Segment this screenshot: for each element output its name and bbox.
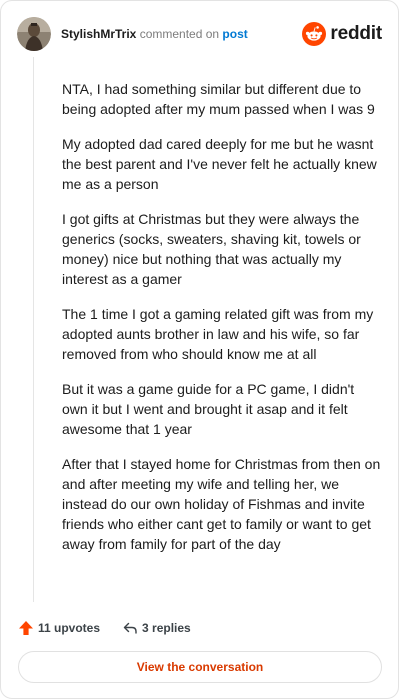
- reply-arrow-icon: [123, 622, 137, 634]
- post-link[interactable]: post: [222, 27, 247, 41]
- upvote-button[interactable]: 11 upvotes: [18, 620, 100, 636]
- comment-paragraph: The 1 time I got a gaming related gift w…: [62, 306, 374, 362]
- reply-count: 3 replies: [142, 621, 191, 635]
- comment-header: StylishMrTrix commented on post reddit: [17, 17, 382, 51]
- user-avatar[interactable]: [17, 17, 51, 51]
- comment-embed-card: StylishMrTrix commented on post reddit N…: [0, 0, 399, 699]
- reddit-logo-icon: [302, 22, 327, 46]
- upvote-count: 11 upvotes: [38, 621, 101, 635]
- comment-body: NTA, I had something similar but differe…: [62, 79, 382, 569]
- thread-line: [33, 57, 34, 602]
- comment-paragraph: My adopted dad cared deeply for me but h…: [62, 136, 377, 192]
- avatar-image: [17, 17, 51, 51]
- comment-paragraph: I got gifts at Christmas but they were a…: [62, 211, 361, 287]
- comment-meta: StylishMrTrix commented on post: [61, 26, 248, 42]
- brand-wordmark: reddit: [330, 23, 382, 44]
- view-conversation-button[interactable]: View the conversation: [18, 651, 382, 683]
- comment-footer: 11 upvotes 3 replies: [18, 617, 191, 639]
- upvote-arrow-icon: [19, 621, 33, 635]
- comment-paragraph: After that I stayed home for Christmas f…: [62, 456, 381, 552]
- comment-paragraph: NTA, I had something similar but differe…: [62, 81, 375, 117]
- replies-button[interactable]: 3 replies: [122, 620, 191, 636]
- commented-on-text: commented on: [136, 27, 223, 41]
- reddit-brand[interactable]: reddit: [302, 20, 382, 48]
- username-link[interactable]: StylishMrTrix: [61, 27, 136, 41]
- comment-paragraph: But it was a game guide for a PC game, I…: [62, 381, 355, 437]
